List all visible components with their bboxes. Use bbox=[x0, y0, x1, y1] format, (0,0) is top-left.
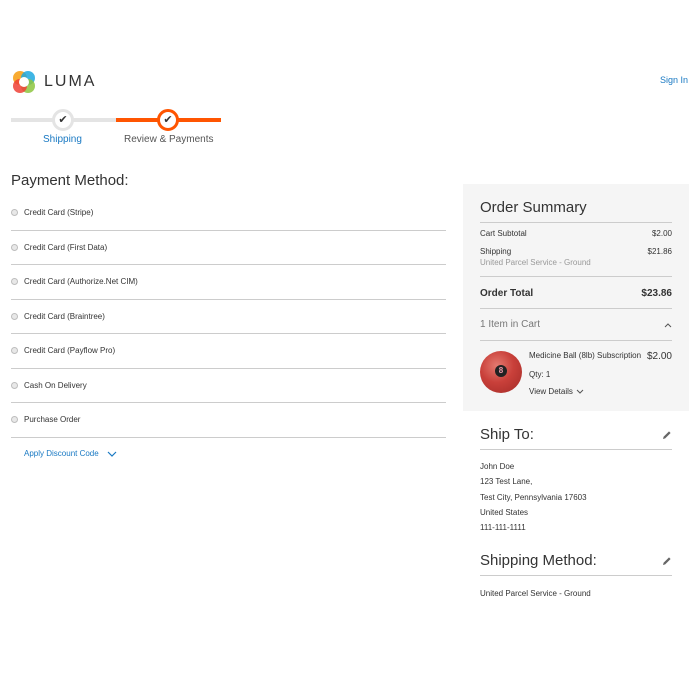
radio-button[interactable] bbox=[11, 312, 18, 320]
chevron-down-icon bbox=[107, 451, 117, 457]
payment-option-label: Credit Card (Braintree) bbox=[24, 311, 105, 321]
cart-item-info: Medicine Ball (8lb) Subscription $2.00 Q… bbox=[529, 351, 672, 396]
payment-option-label: Credit Card (Stripe) bbox=[24, 208, 94, 218]
cart-subtotal-label: Cart Subtotal bbox=[480, 229, 527, 238]
cart-item: 8 Medicine Ball (8lb) Subscription $2.00… bbox=[480, 351, 672, 396]
payment-option-label: Cash On Delivery bbox=[24, 380, 87, 390]
order-summary-title: Order Summary bbox=[480, 199, 672, 223]
shipping-carrier: United Parcel Service - Ground bbox=[480, 258, 672, 277]
items-in-cart-toggle[interactable]: 1 Item in Cart bbox=[480, 319, 672, 341]
order-total-value: $23.86 bbox=[641, 288, 672, 299]
ship-to-address: John Doe 123 Test Lane, Test City, Penns… bbox=[480, 459, 672, 535]
view-details-label: View Details bbox=[529, 387, 573, 396]
radio-button[interactable] bbox=[11, 243, 18, 251]
payment-option-label: Credit Card (Payflow Pro) bbox=[24, 346, 116, 356]
order-total-row: Order Total $23.86 bbox=[480, 288, 672, 309]
checkmark-icon: ✔ bbox=[163, 113, 173, 126]
radio-button[interactable] bbox=[11, 209, 18, 217]
address-name: John Doe bbox=[480, 462, 515, 471]
order-total-label: Order Total bbox=[480, 288, 534, 299]
address-city: Test City, Pennsylvania 17603 bbox=[480, 492, 587, 502]
payment-method-title: Payment Method: bbox=[11, 172, 129, 189]
ship-to-title: Ship To: bbox=[480, 426, 534, 443]
checkmark-icon: ✔ bbox=[58, 113, 68, 126]
step-shipping-circle[interactable]: ✔ bbox=[52, 109, 74, 131]
ball-number: 8 bbox=[495, 365, 507, 377]
shipping-method-section: Shipping Method: United Parcel Service -… bbox=[480, 552, 672, 598]
payment-option-label: Credit Card (Authorize.Net CIM) bbox=[24, 277, 138, 287]
payment-option-authorize-net[interactable]: Credit Card (Authorize.Net CIM) bbox=[11, 265, 446, 300]
payment-option-label: Credit Card (First Data) bbox=[24, 242, 108, 252]
cart-subtotal-value: $2.00 bbox=[651, 229, 672, 238]
shipping-method-value: United Parcel Service - Ground bbox=[480, 589, 591, 598]
address-street: 123 Test Lane, bbox=[480, 477, 533, 487]
view-details-toggle[interactable]: View Details bbox=[529, 387, 672, 396]
items-in-cart-label: 1 Item in Cart bbox=[480, 319, 541, 330]
ship-to-section: Ship To: John Doe 123 Test Lane, Test Ci… bbox=[480, 426, 672, 535]
product-name: Medicine Ball (8lb) Subscription bbox=[529, 351, 642, 360]
luma-logo[interactable]: LUMA bbox=[11, 69, 96, 95]
step-review-label: Review & Payments bbox=[124, 134, 214, 145]
order-summary: Order Summary Cart Subtotal $2.00 Shippi… bbox=[463, 184, 689, 411]
product-qty: Qty: 1 bbox=[529, 370, 551, 379]
payment-method-list: Credit Card (Stripe) Credit Card (First … bbox=[11, 196, 446, 438]
step-shipping-label[interactable]: Shipping bbox=[43, 134, 82, 145]
logo-text: LUMA bbox=[44, 73, 97, 90]
apply-discount-toggle[interactable]: Apply Discount Code bbox=[24, 449, 117, 458]
payment-option-braintree[interactable]: Credit Card (Braintree) bbox=[11, 300, 446, 334]
shipping-method-title: Shipping Method: bbox=[480, 552, 597, 569]
payment-option-stripe[interactable]: Credit Card (Stripe) bbox=[11, 196, 446, 231]
ship-to-header: Ship To: bbox=[480, 426, 672, 450]
sign-in-link[interactable]: Sign In bbox=[660, 75, 688, 85]
cart-subtotal-row: Cart Subtotal $2.00 bbox=[480, 229, 672, 238]
payment-option-first-data[interactable]: Credit Card (First Data) bbox=[11, 231, 446, 265]
apply-discount-label: Apply Discount Code bbox=[24, 449, 99, 458]
shipping-method-header: Shipping Method: bbox=[480, 552, 672, 576]
product-price: $2.00 bbox=[646, 351, 672, 362]
payment-option-payflow-pro[interactable]: Credit Card (Payflow Pro) bbox=[11, 334, 446, 369]
address-phone[interactable]: 111-111-1111 bbox=[480, 520, 672, 535]
payment-option-label: Purchase Order bbox=[24, 415, 81, 425]
product-thumbnail: 8 bbox=[480, 351, 522, 393]
radio-button[interactable] bbox=[11, 416, 18, 424]
checkout-progress: ✔ ✔ Shipping Review & Payments bbox=[11, 108, 221, 148]
step-review-circle: ✔ bbox=[157, 109, 179, 131]
shipping-label: Shipping bbox=[480, 247, 512, 256]
shipping-value: $21.86 bbox=[647, 247, 672, 256]
pencil-icon[interactable] bbox=[662, 430, 672, 440]
payment-option-purchase-order[interactable]: Purchase Order bbox=[11, 403, 446, 438]
radio-button[interactable] bbox=[11, 347, 18, 355]
radio-button[interactable] bbox=[11, 278, 18, 286]
pencil-icon[interactable] bbox=[662, 556, 672, 566]
luma-logo-icon bbox=[13, 71, 35, 93]
chevron-down-icon bbox=[576, 389, 584, 394]
chevron-up-icon bbox=[664, 322, 672, 327]
address-country: United States bbox=[480, 507, 529, 517]
payment-option-cash-on-delivery[interactable]: Cash On Delivery bbox=[11, 369, 446, 403]
shipping-row: Shipping $21.86 bbox=[480, 247, 672, 256]
radio-button[interactable] bbox=[11, 381, 18, 389]
